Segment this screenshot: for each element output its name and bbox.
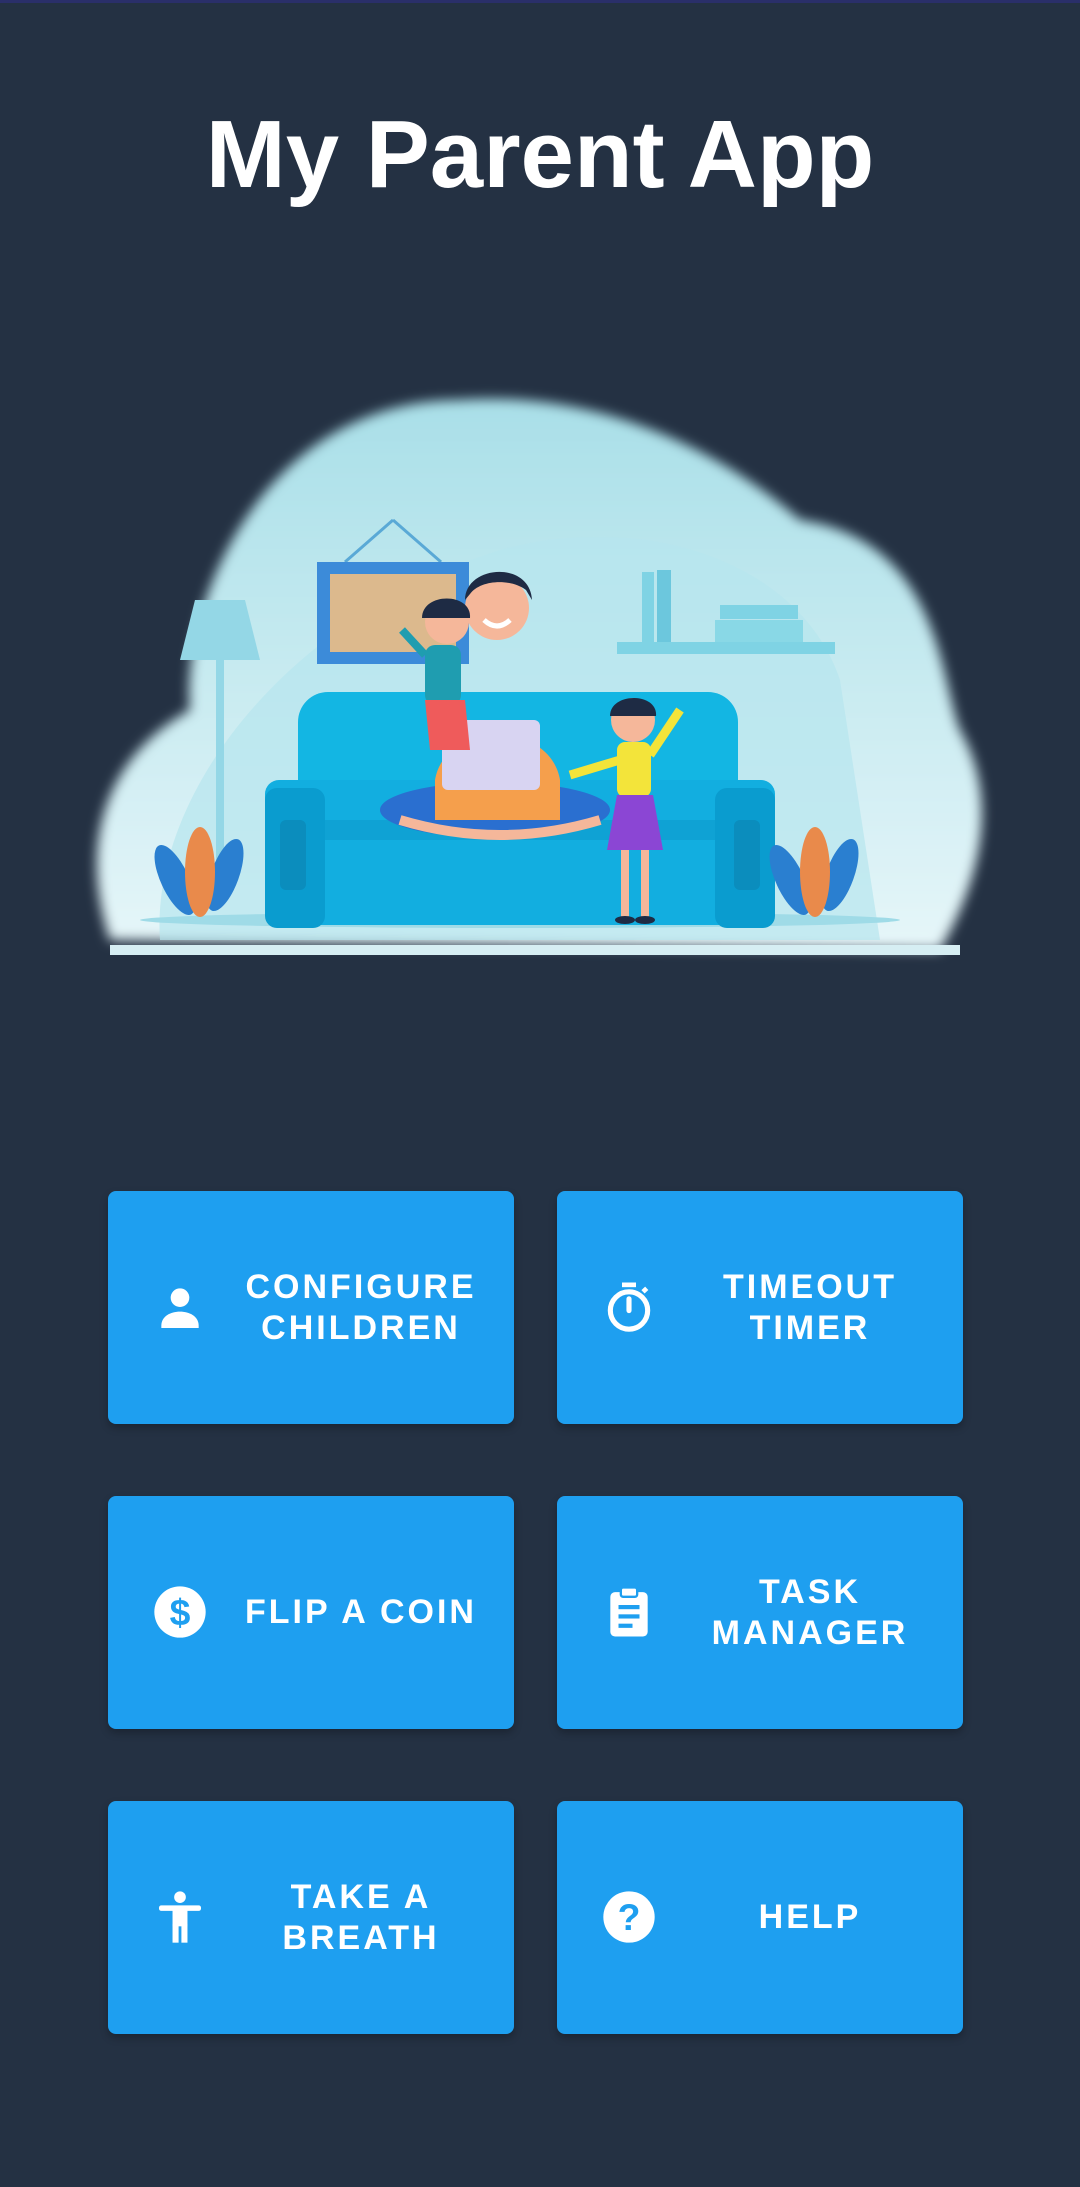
stopwatch-icon [601,1279,657,1335]
timeout-timer-label: TIMEOUT TIMER [723,1267,897,1347]
take-a-breath-label: TAKE A BREATH [282,1877,440,1957]
task-manager-label: TASK MANAGER [711,1572,909,1652]
svg-text:?: ? [618,1896,641,1938]
flip-a-coin-label: FLIP A COIN [245,1593,477,1631]
dollar-coin-icon: $ [152,1584,208,1640]
help-circle-icon: ? [601,1889,657,1945]
page-title: My Parent App [205,101,875,208]
person-icon [152,1279,208,1335]
help-button[interactable]: ? HELP [557,1801,963,2034]
status-bar-edge [0,0,1080,3]
help-label: HELP [758,1898,862,1936]
task-manager-button[interactable]: TASK MANAGER [557,1496,963,1729]
timeout-timer-button[interactable]: TIMEOUT TIMER [557,1191,963,1424]
configure-children-button[interactable]: CONFIGURE CHILDREN [108,1191,514,1424]
take-a-breath-button[interactable]: TAKE A BREATH [108,1801,514,2034]
accessibility-person-icon [152,1889,208,1945]
configure-children-label: CONFIGURE CHILDREN [245,1267,477,1347]
clipboard-icon [601,1584,657,1640]
flip-a-coin-button[interactable]: $ FLIP A COIN [108,1496,514,1729]
family-illustration [96,398,982,955]
svg-text:$: $ [170,1591,191,1633]
